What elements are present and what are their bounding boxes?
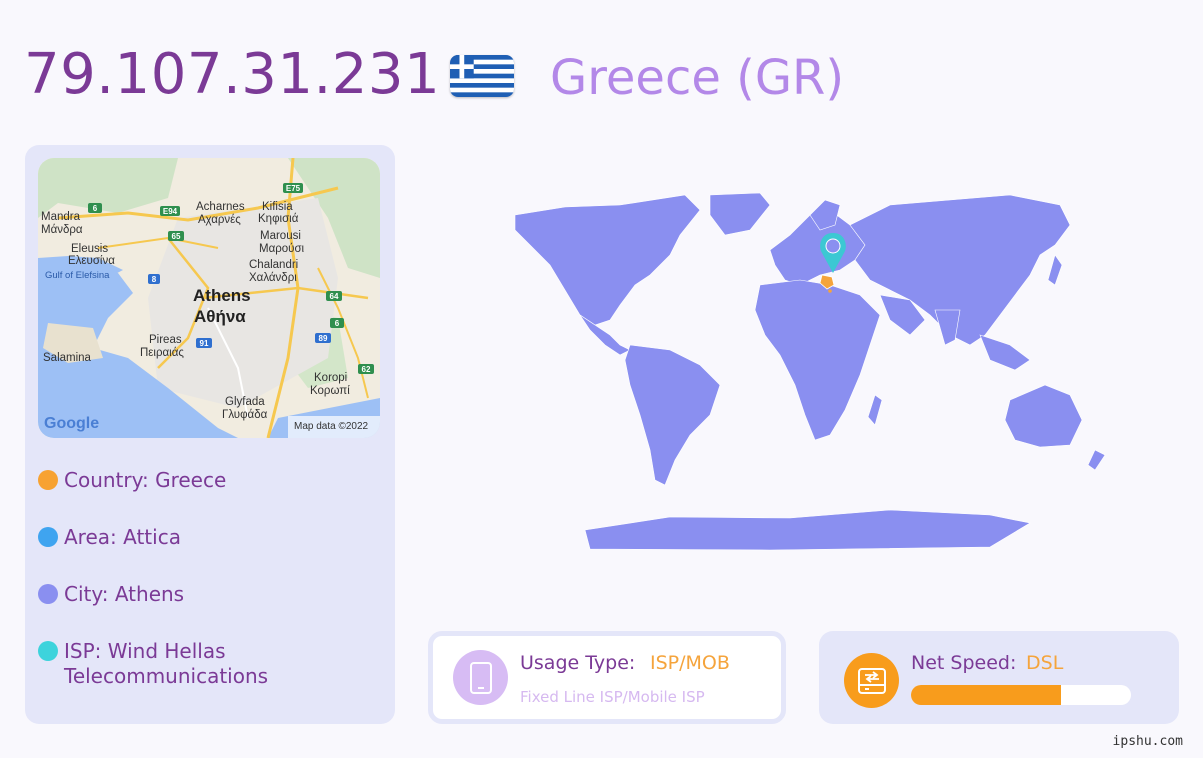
map-label: Αθήνα [194, 307, 246, 326]
map-label: Chalandri [249, 259, 298, 271]
map-label: Χαλάνδρι [249, 272, 297, 284]
world-map [470, 185, 1150, 555]
net-speed-card: Net Speed: DSL [819, 631, 1179, 724]
network-drive-icon [844, 653, 899, 708]
isp-dot [38, 641, 58, 661]
map-label: Πειραιάς [140, 347, 184, 359]
map-label: Ελευσίνα [68, 255, 115, 267]
ip-address: 79.107.31.231 [24, 42, 441, 107]
net-speed-value: DSL [1026, 652, 1064, 674]
road-shield: 6 [93, 204, 98, 213]
map-label: Eleusis [71, 243, 108, 255]
road-shield: E75 [286, 184, 301, 193]
usage-type-description: Fixed Line ISP/Mobile ISP [520, 688, 705, 706]
info-area: Area: Attica [38, 525, 181, 550]
net-speed-bar-fill [911, 685, 1061, 705]
greece-flag [450, 55, 514, 97]
map-label: Koropi [314, 372, 347, 384]
map-label: Μάνδρα [41, 224, 83, 236]
road-shield: 8 [152, 275, 157, 284]
map-label: Μαρούσι [259, 243, 305, 255]
map-label: Κορωπί [310, 385, 350, 397]
map-label: Marousi [260, 230, 301, 242]
map-label: Αχαρνές [198, 214, 241, 226]
city-map[interactable]: E75 6 E94 65 8 64 6 89 91 62 Mandra Μάνδ… [38, 158, 380, 438]
map-label: Kifisia [262, 201, 293, 213]
country-title: Greece (GR) [550, 50, 845, 106]
map-label: Glyfada [225, 396, 265, 408]
isp-text-line2: Telecommunications [64, 664, 269, 688]
road-shield: E94 [163, 207, 178, 216]
map-label: Γλυφάδα [222, 409, 268, 421]
country-text: Country: Greece [64, 468, 227, 492]
area-text: Area: Attica [64, 525, 181, 549]
net-speed-label: Net Speed: [911, 652, 1017, 674]
info-city: City: Athens [38, 582, 184, 607]
road-shield: 91 [200, 339, 209, 348]
usage-type-card: Usage Type: ISP/MOB Fixed Line ISP/Mobil… [428, 631, 786, 724]
map-label: Acharnes [196, 201, 245, 213]
map-label: Athens [193, 286, 251, 305]
net-speed-bar [911, 685, 1131, 705]
country-dot [38, 470, 58, 490]
watermark: ipshu.com [1112, 734, 1183, 749]
city-dot [38, 584, 58, 604]
road-shield: 6 [335, 319, 340, 328]
mobile-phone-icon [453, 650, 508, 705]
road-shield: 64 [330, 292, 339, 301]
location-panel: E75 6 E94 65 8 64 6 89 91 62 Mandra Μάνδ… [25, 145, 395, 724]
isp-text-line1: ISP: Wind Hellas [64, 639, 226, 663]
road-shield: 62 [362, 365, 371, 374]
info-isp: ISP: Wind Hellas Telecommunications [38, 639, 268, 689]
usage-type-label: Usage Type: [520, 652, 636, 674]
map-label: Gulf of Elefsina [45, 270, 110, 281]
map-label: Κηφισιά [258, 213, 299, 225]
map-attribution: Map data ©2022 [294, 421, 369, 432]
google-logo: Google [44, 415, 99, 432]
usage-type-value: ISP/MOB [650, 652, 730, 674]
road-shield: 89 [319, 334, 328, 343]
city-text: City: Athens [64, 582, 185, 606]
road-shield: 65 [172, 232, 181, 241]
map-label: Pireas [149, 334, 182, 346]
area-dot [38, 527, 58, 547]
info-country: Country: Greece [38, 468, 226, 493]
map-label: Salamina [43, 352, 92, 364]
map-label: Mandra [41, 211, 81, 223]
